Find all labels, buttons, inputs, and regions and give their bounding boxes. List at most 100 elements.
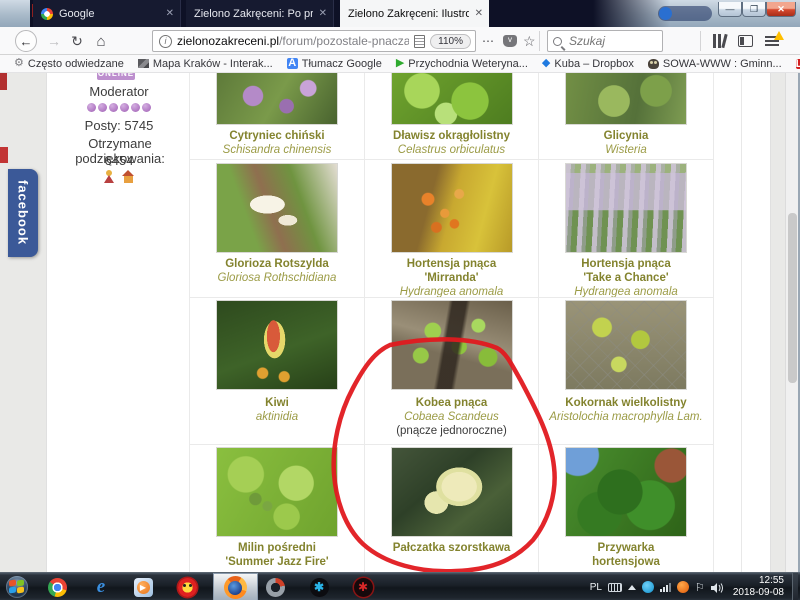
plant-name-link[interactable]: Hortensja pnąca	[539, 257, 713, 271]
plant-photo[interactable]	[216, 300, 338, 390]
plant-latin-name: Celastrus orbiculatus	[365, 143, 538, 157]
sidebar-toggle-icon[interactable]	[738, 35, 753, 47]
red-circle-app-taskbar-icon[interactable]: ✱	[350, 576, 376, 598]
pie-app-taskbar-icon[interactable]	[262, 576, 288, 598]
plant-cell-palczatka: Pałczatka szorstkawa	[365, 445, 539, 572]
author-thanks-value: 6454	[51, 153, 187, 168]
plant-photo[interactable]	[216, 163, 338, 253]
search-input[interactable]	[567, 33, 657, 49]
plant-cell-kokornak: Kokornak wielkolistnyAristolochia macrop…	[539, 298, 714, 445]
clock[interactable]: 12:55 2018-09-08	[733, 575, 784, 599]
page-scrollbar[interactable]	[785, 73, 798, 572]
bookmark-mapa-krakow[interactable]: Mapa Kraków - Interak...	[138, 58, 273, 70]
plant-photo[interactable]	[565, 300, 687, 390]
show-hidden-icons[interactable]	[628, 585, 636, 590]
firefox-taskbar-button-active[interactable]	[213, 573, 258, 600]
search-bar[interactable]	[547, 30, 663, 52]
plant-name-link[interactable]: Kokornak wielkolistny	[539, 396, 713, 410]
plant-name-link[interactable]: hortensjowa	[539, 555, 713, 569]
home-location-icon[interactable]	[122, 170, 135, 183]
plant-photo[interactable]	[391, 447, 513, 537]
plant-name-link[interactable]: Glicynia	[539, 129, 713, 143]
red-sun-app-taskbar-icon[interactable]	[174, 576, 200, 598]
media-player-taskbar-icon[interactable]: ▶	[130, 576, 156, 598]
plant-grid: Cytryniec chińskiSchisandra chinensis Dł…	[189, 73, 713, 572]
bookmark-tlumacz-google[interactable]: ATłumacz Google	[287, 58, 382, 70]
desktop-fragment	[0, 147, 8, 163]
plant-name-link[interactable]: 'Take a Chance'	[539, 271, 713, 285]
plant-photo[interactable]	[216, 73, 338, 125]
plant-name-link[interactable]: Milin pośredni	[190, 541, 364, 555]
close-window-button[interactable]: ✕	[766, 2, 796, 17]
tab-close-icon[interactable]: ✕	[475, 8, 483, 19]
zoom-level-indicator[interactable]: 110%	[430, 34, 471, 49]
avast-tray-icon[interactable]	[677, 581, 689, 593]
tab-close-icon[interactable]: ✕	[319, 8, 327, 19]
bookmark-sowa[interactable]: SOWA-WWW : Gminn...	[648, 58, 782, 70]
bookmark-przychodnia[interactable]: ▶Przychodnia Weteryna...	[396, 58, 528, 70]
translate-icon: A	[287, 58, 298, 69]
bookmark-lekinfo[interactable]: LEKPielęgniarki - LekInfo2...	[796, 58, 800, 70]
plant-name-link[interactable]: Hortensja pnąca	[365, 257, 538, 271]
plant-photo[interactable]	[391, 163, 513, 253]
forward-button[interactable]: →	[43, 27, 65, 55]
reader-mode-icon[interactable]	[414, 35, 425, 48]
pocket-icon[interactable]: v	[503, 35, 517, 47]
plant-name-link[interactable]: Dławisz okrągłolistny	[365, 129, 538, 143]
url-path: /forum/pozostale-pnacza/5027-	[279, 34, 409, 48]
tab-zielono-1[interactable]: Zielono Zakręceni: Po przejściach w ✕	[186, 0, 334, 27]
reload-button[interactable]: ↻	[66, 27, 88, 55]
internet-explorer-taskbar-icon[interactable]: e	[88, 576, 114, 598]
titlebar-blue-overlay	[658, 6, 712, 21]
plant-latin-name: Wisteria	[539, 143, 713, 157]
plant-photo[interactable]	[216, 447, 338, 537]
show-desktop-button[interactable]	[792, 573, 798, 600]
gg-tray-icon[interactable]	[642, 581, 654, 593]
plant-photo[interactable]	[565, 73, 687, 125]
tab-zielono-2-active[interactable]: Zielono Zakręceni: Ilustrowany spis ✕	[340, 0, 489, 27]
facebook-side-badge[interactable]: facebook	[8, 169, 38, 257]
plant-name-link[interactable]: 'Summer Jazz Fire'	[190, 555, 364, 569]
plant-name-link[interactable]: Cytryniec chiński	[190, 129, 364, 143]
keyboard-icon[interactable]	[608, 583, 622, 592]
map-icon	[138, 59, 149, 68]
minimize-button[interactable]: —	[718, 2, 742, 17]
language-indicator[interactable]: PL	[590, 582, 602, 593]
plant-name-link[interactable]: Kobea pnąca	[365, 396, 538, 410]
start-button[interactable]	[4, 576, 30, 598]
plant-cell-glorioza: Glorioza RotszyldaGloriosa Rothschidiana	[190, 160, 365, 298]
scrollbar-thumb[interactable]	[788, 213, 797, 383]
plant-latin-name: Cobaea Scandeus	[365, 410, 538, 424]
url-bar[interactable]: i zielonozakreceni.pl /forum/pozostale-p…	[152, 30, 476, 52]
gg-messenger-taskbar-icon[interactable]: ✱	[306, 576, 332, 598]
home-button[interactable]: ⌂	[90, 27, 112, 55]
tab-google[interactable]: Google ✕	[33, 0, 181, 27]
facebook-label: facebook	[16, 180, 31, 245]
bookmark-often-visited[interactable]: ⚙Często odwiedzane	[14, 58, 124, 70]
volume-icon[interactable]	[711, 581, 724, 593]
plant-photo[interactable]	[565, 447, 687, 537]
plant-name-link[interactable]: Pałczatka szorstkawa	[365, 541, 538, 555]
chrome-taskbar-icon[interactable]	[44, 576, 70, 598]
forum-page: ONLINE Moderator Posty: 5745 Otrzymane p…	[46, 73, 771, 572]
plant-name-link[interactable]: Glorioza Rotszylda	[190, 257, 364, 271]
back-button[interactable]: ←	[12, 27, 40, 55]
site-info-icon[interactable]: i	[159, 35, 172, 48]
library-icon[interactable]	[712, 34, 728, 48]
maximize-button[interactable]: ❐	[742, 2, 766, 17]
action-center-flag-icon[interactable]: ⚐	[695, 581, 705, 594]
bookmark-dropbox[interactable]: ◆Kuba – Dropbox	[542, 58, 634, 70]
plant-photo[interactable]	[391, 300, 513, 390]
plant-photo[interactable]	[565, 163, 687, 253]
plant-name-link[interactable]: Kiwi	[190, 396, 364, 410]
plant-name-link[interactable]: Przywarka	[539, 541, 713, 555]
network-signal-icon[interactable]	[660, 582, 671, 592]
tray-time: 12:55	[733, 575, 784, 587]
back-icon: ←	[15, 30, 37, 52]
tab-close-icon[interactable]: ✕	[166, 8, 174, 19]
page-actions-icon[interactable]: ⋯	[482, 27, 495, 55]
plant-name-link[interactable]: 'Mirranda'	[365, 271, 538, 285]
author-rank: Moderator	[51, 84, 187, 99]
plant-photo[interactable]	[391, 73, 513, 125]
bookmark-star-icon[interactable]: ☆	[523, 27, 536, 55]
